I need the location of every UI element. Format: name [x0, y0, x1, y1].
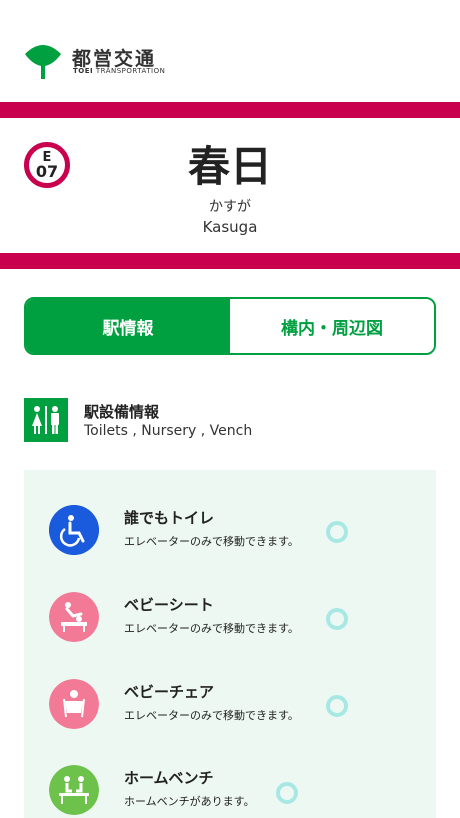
facility-description: エレベーターのみで移動できます。	[124, 622, 299, 635]
app-header: 都営交通 TOEI TRANSPORTATION	[0, 0, 460, 102]
section-subtitle: Toilets , Nursery , Vench	[84, 423, 253, 439]
tab-premises-map[interactable]: 構内・周辺図	[230, 299, 434, 353]
baby-chair-icon	[49, 679, 99, 729]
facility-name: 誰でもトイレ	[124, 509, 215, 527]
bench-icon	[49, 765, 99, 815]
facility-description: ホームベンチがあります。	[124, 795, 255, 808]
line-color-band-bottom	[0, 253, 460, 269]
availability-circle-icon	[326, 695, 348, 717]
availability-circle-icon	[276, 782, 298, 804]
tab-station-info[interactable]: 駅情報	[26, 299, 230, 353]
facility-name: ベビーチェア	[124, 683, 215, 701]
station-name-en: Kasuga	[202, 218, 258, 236]
facility-description: エレベーターのみで移動できます。	[124, 709, 299, 722]
list-item: ベビーチェア エレベーターのみで移動できます。	[24, 679, 436, 759]
list-item: ホームベンチ ホームベンチがあります。	[24, 765, 436, 818]
availability-circle-icon	[326, 608, 348, 630]
list-item: ベビーシート エレベーターのみで移動できます。	[24, 592, 436, 672]
station-name-ja: 春日	[187, 142, 272, 191]
section-title: 駅設備情報	[84, 403, 160, 421]
facility-list: 誰でもトイレ エレベーターのみで移動できます。 ベビーシート エレベーターのみで…	[24, 470, 436, 818]
logo-text-en: TOEI TRANSPORTATION	[73, 67, 166, 75]
facility-name: ベビーシート	[124, 596, 214, 614]
list-item: 誰でもトイレ エレベーターのみで移動できます。	[24, 505, 436, 585]
line-color-band-top	[0, 102, 460, 118]
toei-ginkgo-logo-icon	[25, 45, 61, 79]
facility-name: ホームベンチ	[124, 769, 214, 787]
station-header: E 07 春日 かすが Kasuga	[0, 118, 460, 253]
restroom-icon	[24, 398, 68, 442]
facility-description: エレベーターのみで移動できます。	[124, 535, 299, 548]
tab-bar: 駅情報 構内・周辺図	[24, 297, 436, 355]
diaper-change-icon	[49, 592, 99, 642]
availability-circle-icon	[326, 521, 348, 543]
wheelchair-icon	[49, 505, 99, 555]
station-name-kana: かすが	[209, 199, 251, 215]
